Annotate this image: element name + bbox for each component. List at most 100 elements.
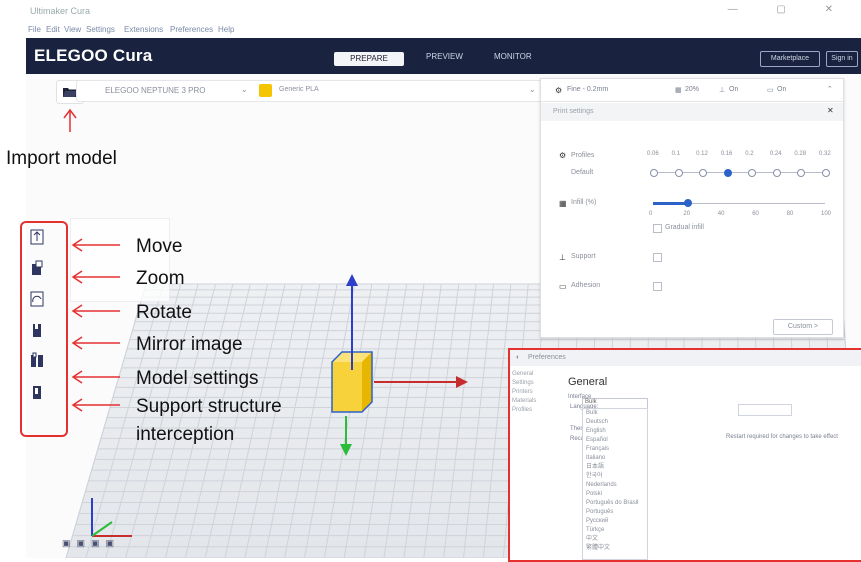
language-option[interactable]: English [583,427,647,436]
gradual-infill-checkbox[interactable] [653,224,662,233]
rotate-tool[interactable] [30,291,44,307]
language-option[interactable]: Русский [583,517,647,526]
menu-edit[interactable]: Edit [46,25,60,34]
dialog-nav: General Settings Printers Materials Prof… [512,370,562,556]
preferences-dialog: ◐ Preferences General Settings Printers … [508,348,861,562]
printer-selector[interactable]: ELEGOO NEPTUNE 3 PRO [105,86,205,95]
layer-height-stop[interactable] [797,169,806,177]
language-dropdown-list[interactable]: Bulk Deutsch English Español Français Italian… [582,408,648,560]
language-option[interactable]: Português do Brasil [583,499,647,508]
infill-tick-label: 80 [786,211,794,217]
chevron-up-icon[interactable]: ⌃ [827,85,833,93]
restart-notice: Restart required for changes to take eff… [726,434,838,440]
support-icon: ⊥ [559,253,566,262]
support-checkbox[interactable] [653,253,662,262]
menu-view[interactable]: View [64,25,81,34]
arrow-mirror [71,336,120,350]
window-controls[interactable]: — ▢ ✕ [728,4,851,15]
layer-height-stop[interactable] [772,169,781,177]
layer-height-label: 0.24 [769,151,782,157]
panel-header[interactable]: ⚙ Fine - 0.2mm ▦ 20% ⊥ On ▭ On ⌃ [541,79,843,102]
layer-height-stop[interactable] [748,169,757,177]
scale-tool[interactable] [30,260,44,276]
adhesion-label: Adhesion [571,282,601,289]
infill-slider-handle[interactable] [684,199,693,207]
layer-height-stop[interactable] [650,169,658,177]
nav-materials[interactable]: Materials [512,397,562,406]
infill-icon: ▦ [675,87,682,94]
print-settings-panel: ⚙ Fine - 0.2mm ▦ 20% ⊥ On ▭ On ⌃ Print s… [540,78,844,338]
nav-printers[interactable]: Printers [512,388,562,397]
layer-height-label: 0.2 [745,151,754,157]
language-option[interactable]: Polski [583,490,647,499]
layer-height-stop[interactable] [822,169,830,177]
annotation-move: Move [136,236,183,257]
language-select-value: Bulk [585,399,597,405]
marketplace-button[interactable]: Marketplace [760,51,820,67]
layer-height-stop[interactable] [699,169,708,177]
annotation-rotate: Rotate [136,302,192,323]
chevron-down-icon[interactable]: ⌄ [529,85,536,94]
stage-prepare-tab[interactable]: PREPARE [334,52,404,66]
import-arrow [63,108,77,132]
stage-monitor-tab[interactable]: MONITOR [494,52,532,66]
mirror-tool[interactable] [30,322,44,338]
language-option[interactable]: 繁體中文 [583,544,647,553]
language-option[interactable]: Français [583,445,647,454]
language-option[interactable]: Türkçe [583,526,647,535]
layer-height-label: 0.06 [647,151,659,157]
nav-settings[interactable]: Settings [512,379,562,388]
infill-tick-label: 60 [752,211,759,217]
layer-height-stop[interactable] [723,169,732,177]
language-option[interactable]: Nederlands [583,481,647,490]
language-option[interactable]: Deutsch [583,418,647,427]
move-icon [30,229,44,245]
menu-file[interactable]: File [28,25,41,34]
material-swatch [259,84,272,97]
dialog-titlebar: ◐ Preferences [510,350,861,366]
layer-height-label: 0.12 [696,151,708,157]
adhesion-icon: ▭ [767,87,774,94]
language-option[interactable]: Español [583,436,647,445]
per-model-settings-tool[interactable] [30,352,44,368]
profiles-label: Profiles [571,152,595,159]
adhesion-checkbox[interactable] [653,282,662,291]
move-tool[interactable] [30,229,44,245]
profiles-icon: ⚙ [559,151,567,160]
annotation-mirror-image: Mirror image [136,334,243,355]
language-option[interactable]: Português [583,508,647,517]
currency-field[interactable] [738,404,792,416]
layer-height-stop[interactable] [674,169,683,177]
support-blocker-icon [33,386,41,399]
profile-name: Fine - 0.2mm [567,86,609,93]
language-option[interactable]: Italiano [583,454,647,463]
menu-settings[interactable]: Settings [86,25,115,34]
view-buttons[interactable]: ▣▣▣▣ [62,538,142,550]
window-title: Ultimaker Cura [30,6,91,16]
adhesion-summary: On [777,86,787,93]
annotation-support-structure: Support structure [136,396,282,417]
custom-settings-button[interactable]: Custom > [773,319,833,335]
support-blocker-tool[interactable] [30,384,44,400]
annotation-interception: interception [136,424,235,445]
menu-extensions[interactable]: Extensions [124,25,163,34]
transform-gizmo[interactable] [300,270,490,470]
menu-help[interactable]: Help [218,25,234,34]
language-option[interactable]: Bulk [583,409,647,418]
language-option[interactable]: 한국어 [583,472,647,481]
language-option[interactable]: 日本語 [583,463,647,472]
signin-button[interactable]: Sign in [826,51,858,67]
infill-tick-label: 100 [821,211,832,217]
material-name[interactable]: Generic PLA [279,86,319,93]
default-label: Default [571,169,594,176]
nav-profiles[interactable]: Profiles [512,406,562,415]
close-icon[interactable]: ✕ [827,106,834,115]
stage-preview-tab[interactable]: PREVIEW [426,52,463,66]
menu-preferences[interactable]: Preferences [170,25,213,34]
layer-height-slider[interactable] [649,168,830,178]
language-option[interactable]: 中文 [583,535,647,544]
chevron-down-icon[interactable]: ⌄ [241,85,248,94]
nav-general[interactable]: General [512,370,562,379]
adhesion-icon: ▭ [559,282,567,291]
rotate-icon [30,291,44,307]
